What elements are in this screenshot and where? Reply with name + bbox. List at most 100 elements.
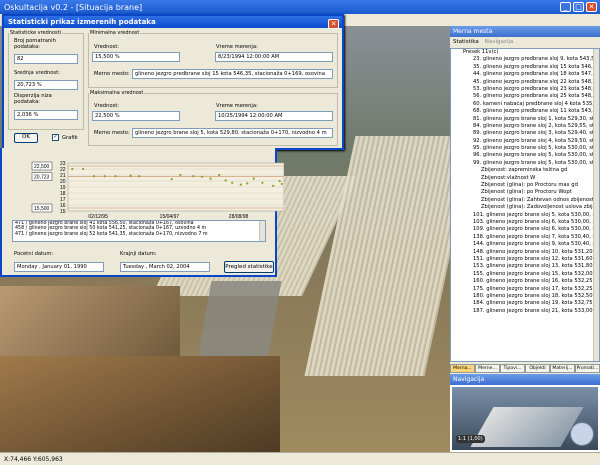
tree-subitem[interactable]: Zbijenost (glina): Zadovoljenost uslova …: [451, 204, 599, 211]
chart-point: [114, 175, 117, 178]
tree-item[interactable]: 180. glineno jezgro brane sloj 18, kota …: [451, 293, 599, 300]
tree-item[interactable]: 23. glineno jezgro predbrane sloj 9, kot…: [451, 56, 599, 63]
tree-item[interactable]: 35. glineno jezgro predbrane sloj 15 kot…: [451, 64, 599, 71]
panel-tab[interactable]: Objekti: [525, 364, 550, 373]
tree-item[interactable]: 56. glineno jezgro predbrane sloj 25 kot…: [451, 93, 599, 100]
tree-subitem[interactable]: Zbijenost (glina): Zahtevan odnos zbijen…: [451, 197, 599, 204]
tree-scrollbar[interactable]: [593, 49, 599, 361]
tree-item[interactable]: 81. glineno jezgro brane sloj 1, kota 52…: [451, 116, 599, 123]
tree-root-presek[interactable]: Presek 11v(c): [451, 49, 599, 56]
tree-subitem[interactable]: Zbijenost:vlažnost W: [451, 175, 599, 182]
count-label: Broj pomatranih podataka:: [14, 38, 56, 50]
panel-tab[interactable]: Tipovi...: [500, 364, 525, 373]
tree-item[interactable]: 44. glineno jezgro predbrane sloj 18 kot…: [451, 71, 599, 78]
coordinates-readout: X:74,466 Y:605,963: [4, 456, 63, 463]
min-place-field[interactable]: glineno jezgro predbrane sloj 15 kota 54…: [132, 69, 333, 79]
chart-point: [224, 179, 227, 182]
navigation-compass-icon[interactable]: [570, 422, 594, 446]
dispersion-field[interactable]: 2,036 %: [14, 110, 78, 120]
tree-item[interactable]: 144. glineno jezgro brane sloj 9, kota 5…: [451, 241, 599, 248]
chart-y-tick: 15: [60, 209, 66, 215]
min-time-label: Vreme merenja:: [216, 44, 258, 50]
tree-item[interactable]: 89. glineno jezgro brane sloj 3, kota 52…: [451, 130, 599, 137]
measurement-list[interactable]: 471 / glineno jezgro brane sloj 41 kota …: [12, 220, 266, 242]
min-value-field[interactable]: 15,500 %: [92, 52, 180, 62]
foreground-terrain: [0, 356, 280, 452]
chart-point: [239, 183, 242, 186]
zoom-indicator: 1:1 (1,00): [456, 435, 485, 443]
tree-item[interactable]: 138. glineno jezgro brane sloj 7, kota 5…: [451, 234, 599, 241]
list-scrollbar[interactable]: [259, 221, 265, 241]
tree-item[interactable]: 99. glineno jezgro brane sloj 5, kota 53…: [451, 160, 599, 167]
mean-field[interactable]: 20,723 %: [14, 80, 78, 90]
tree-item[interactable]: 84. glineno jezgro brane sloj 2, kota 52…: [451, 123, 599, 130]
measurement-tree[interactable]: Presek 11v(c) 23. glineno jezgro predbra…: [450, 48, 600, 362]
tree-subitem[interactable]: Zbijenost (glina): po Proctoru max gd: [451, 182, 599, 189]
tree-item[interactable]: 160. glineno jezgro brane sloj 16, kota …: [451, 278, 599, 285]
panel-tab[interactable]: Promati...: [575, 364, 600, 373]
tree-item[interactable]: 95. glineno jezgro brane sloj 5, kota 53…: [451, 145, 599, 152]
tree-item[interactable]: 151. glineno jezgro brane sloj 12, kota …: [451, 256, 599, 263]
chart-point: [92, 175, 96, 178]
tree-item[interactable]: 45. glineno jezgro predbrane sloj 22 kot…: [451, 79, 599, 86]
tree-subitem[interactable]: Zbijenost: zapreminska težina gd: [451, 167, 599, 174]
chart-point: [252, 177, 255, 180]
tree-item[interactable]: 155. glineno jezgro brane sloj 15, kota …: [451, 271, 599, 278]
maximize-button[interactable]: □: [573, 2, 584, 12]
tree-item[interactable]: 96. glineno jezgro brane sloj 5, kota 53…: [451, 152, 599, 159]
tree-item[interactable]: 187. glineno jezgro brane sloj 21, kota …: [451, 308, 599, 315]
tree-item[interactable]: 60. kameni nabačaj predbrane sloj 4 kota…: [451, 101, 599, 108]
max-group-label: Maksimalna vrednost: [90, 90, 144, 96]
tree-item[interactable]: 103. glineno jezgro brane sloj 6, kota 5…: [451, 219, 599, 226]
chart-point: [218, 173, 221, 177]
tree-item[interactable]: 53. glineno jezgro predbrane sloj 23 kot…: [451, 86, 599, 93]
dialog-lower-panel: 23 22 21 20 19 18 17 16 15 22,500 20,723 15,500 02/1…: [0, 148, 284, 277]
list-item[interactable]: 471 / glineno jezgro brane sloj 52 kota …: [15, 232, 263, 237]
graph-checkbox-label: Grafik: [62, 135, 78, 141]
tree-item[interactable]: 101. glineno jezgro brane sloj 5, kota 5…: [451, 212, 599, 219]
chart-point: [71, 167, 74, 171]
chart-point: [138, 175, 141, 178]
right-panel: Merna mesta Statistika Navigacija Presek…: [450, 26, 600, 452]
graph-checkbox[interactable]: ✓: [52, 134, 59, 141]
end-date-label: Krajnji datum:: [120, 251, 157, 257]
tree-item[interactable]: 109. glineno jezgro brane sloj 6, kota 5…: [451, 226, 599, 233]
tree-item[interactable]: 148. glineno jezgro brane sloj 10, kota …: [451, 249, 599, 256]
count-field[interactable]: 82: [14, 54, 78, 64]
ok-button[interactable]: OK: [14, 133, 38, 143]
tree-subitem[interactable]: Zbijenost (glina): po Proctoru Wopt: [451, 189, 599, 196]
end-date-picker[interactable]: Tuesday , March 02, 2004: [120, 262, 210, 272]
max-time-field[interactable]: 10/25/1994 12:00:00 AM: [215, 111, 333, 121]
app-titlebar: Oskultacija v0.2 - [Situacija brane] _ □…: [0, 0, 600, 14]
start-date-label: Pocetni datum:: [14, 251, 54, 257]
panel-tab[interactable]: Merne...: [475, 364, 500, 373]
view-statistics-button[interactable]: Pregled statistike: [224, 261, 274, 273]
statistics-toolbar-button[interactable]: Statistika: [453, 39, 479, 46]
status-bar: X:74,466 Y:605,963: [0, 452, 600, 465]
navigation-minimap[interactable]: 1:1 (1,00): [452, 387, 598, 450]
start-date-picker[interactable]: Monday , January 01, 1990: [14, 262, 104, 272]
panel-tab[interactable]: Materij...: [550, 364, 575, 373]
stats-group-label: Statisticke vrednosti: [10, 30, 61, 36]
chart-point: [170, 178, 173, 181]
tree-item[interactable]: 92. glineno jezgro brane sloj 4, kota 52…: [451, 138, 599, 145]
tree-item[interactable]: 153. glineno jezgro brane sloj 13, kota …: [451, 263, 599, 270]
max-place-field[interactable]: glineno jezgro brane sloj 5, kota 529,80…: [132, 128, 333, 138]
chart-point: [272, 184, 275, 187]
tree-item[interactable]: 184. glineno jezgro brane sloj 19, kota …: [451, 300, 599, 307]
dialog-close-button[interactable]: ✕: [328, 19, 339, 29]
tree-item[interactable]: 175. glineno jezgro brane sloj 17, kota …: [451, 286, 599, 293]
minimize-button[interactable]: _: [560, 2, 571, 12]
chart-point: [129, 174, 132, 177]
minimap-dam: [470, 407, 584, 447]
chart-point: [280, 182, 283, 186]
dialog-title: Statisticki prikaz izmerenih podataka: [4, 16, 342, 28]
max-value-field[interactable]: 22,500 %: [92, 111, 180, 121]
navigation-toolbar-button[interactable]: Navigacija: [485, 39, 514, 46]
close-button[interactable]: ✕: [586, 2, 597, 12]
panel-tab[interactable]: Merna...: [450, 364, 475, 373]
tree-item[interactable]: 68. glineno jezgro predbrane sloj 11 kot…: [451, 108, 599, 115]
navigation-header: Navigacija: [450, 374, 600, 385]
chart-point: [192, 175, 195, 178]
min-time-field[interactable]: 8/23/1994 12:00:00 AM: [215, 52, 333, 62]
